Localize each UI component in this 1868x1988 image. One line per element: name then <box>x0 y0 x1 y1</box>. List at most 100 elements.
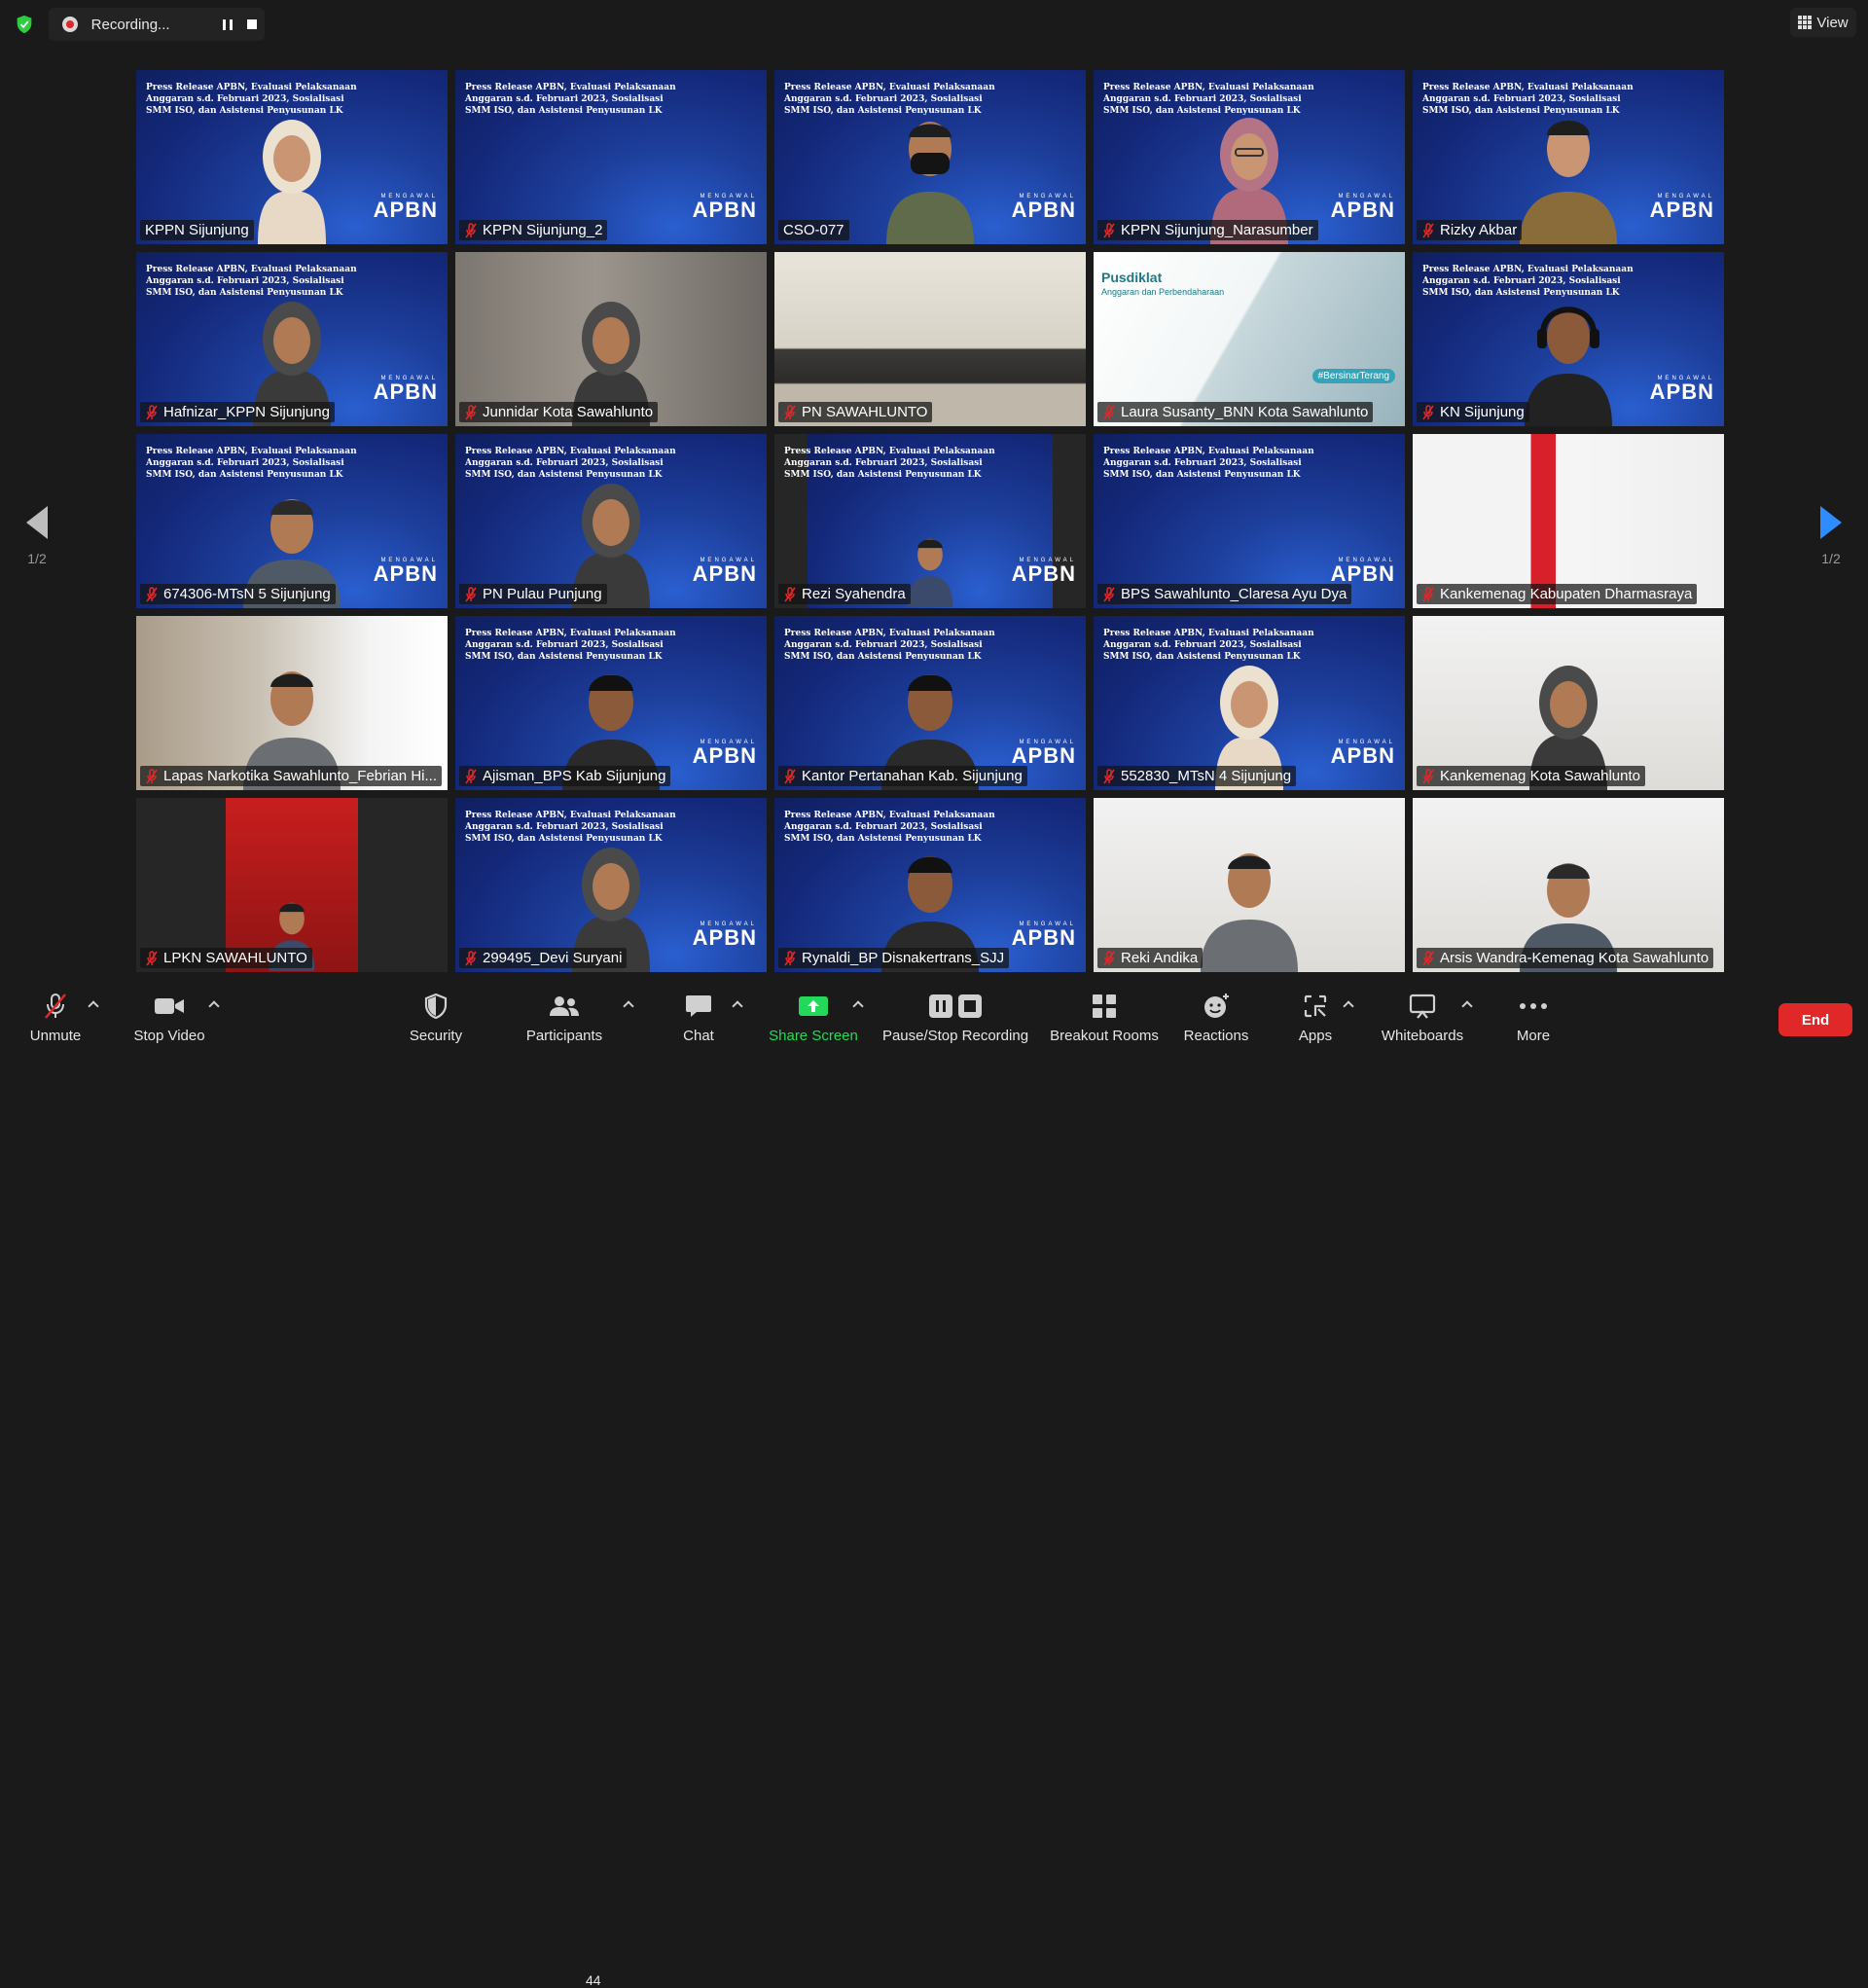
apps-label: Apps <box>1298 1028 1333 1044</box>
share-screen-arrow-icon <box>799 996 828 1016</box>
apps-button[interactable]: Apps <box>1294 991 1337 1047</box>
participant-name: KPPN Sijunjung_2 <box>483 222 603 238</box>
participant-nameplate: KPPN Sijunjung_Narasumber <box>1097 220 1318 240</box>
participant-video-tile[interactable]: Kankemenag Kota Sawahlunto <box>1413 616 1724 790</box>
participant-video-tile[interactable]: Press Release APBN, Evaluasi Pelaksanaan… <box>136 70 448 244</box>
apbn-logo: MENGAWAL APBN <box>374 194 438 223</box>
participant-name: CSO-077 <box>783 222 844 238</box>
participant-nameplate: PN Pulau Punjung <box>459 584 607 604</box>
slide-title-text: Press Release APBN, Evaluasi Pelaksanaan… <box>1103 447 1314 480</box>
page-indicator-left: 1/2 <box>27 551 47 566</box>
participant-nameplate: Laura Susanty_BNN Kota Sawahlunto <box>1097 402 1374 422</box>
muted-microphone-icon <box>1103 950 1115 965</box>
previous-page-arrow-icon[interactable] <box>26 506 48 539</box>
whiteboards-button[interactable]: Whiteboards <box>1378 991 1467 1047</box>
apbn-logo-text: APBN <box>1011 561 1076 586</box>
participant-video-tile[interactable]: Press Release APBN, Evaluasi Pelaksanaan… <box>1094 434 1405 608</box>
participant-video-tile[interactable]: Press Release APBN, Evaluasi Pelaksanaan… <box>1413 70 1724 244</box>
participant-video-tile[interactable]: Press Release APBN, Evaluasi Pelaksanaan… <box>136 252 448 426</box>
participants-options-caret-icon[interactable] <box>623 998 634 1010</box>
video-feed <box>1413 434 1724 608</box>
participant-nameplate: Ajisman_BPS Kab Sijunjung <box>459 766 671 786</box>
participant-video-tile[interactable]: Press Release APBN, Evaluasi Pelaksanaan… <box>455 798 767 972</box>
participant-name: Kankemenag Kabupaten Dharmasraya <box>1440 586 1693 602</box>
participant-video-tile[interactable]: Press Release APBN, Evaluasi Pelaksanaan… <box>774 434 1086 608</box>
muted-microphone-icon <box>784 950 796 965</box>
participant-video-tile[interactable]: Kankemenag Kabupaten Dharmasraya <box>1413 434 1724 608</box>
muted-microphone-icon <box>146 950 158 965</box>
apbn-logo-text: APBN <box>373 198 438 222</box>
unmute-button[interactable]: Unmute <box>27 991 84 1047</box>
participant-video-tile[interactable]: Press Release APBN, Evaluasi Pelaksanaan… <box>1094 70 1405 244</box>
chat-button[interactable]: Chat <box>677 991 720 1047</box>
apbn-logo-text: APBN <box>1011 198 1076 222</box>
pause-stop-recording-button[interactable]: Pause/Stop Recording <box>881 991 1029 1047</box>
participant-video-tile[interactable]: Press Release APBN, Evaluasi Pelaksanaan… <box>455 616 767 790</box>
next-page-control[interactable]: 1/2 <box>1812 506 1850 566</box>
apbn-logo: MENGAWAL APBN <box>1012 740 1076 769</box>
reactions-button[interactable]: Reactions <box>1183 991 1249 1047</box>
security-button[interactable]: Security <box>405 991 467 1047</box>
whiteboards-options-caret-icon[interactable] <box>1461 998 1473 1010</box>
participant-name: KPPN Sijunjung_Narasumber <box>1121 222 1313 238</box>
meeting-toolbar: Unmute Stop Video Security Participants … <box>0 983 1868 1988</box>
slide-title-text: Press Release APBN, Evaluasi Pelaksanaan… <box>465 83 676 116</box>
participant-video-tile[interactable]: Junnidar Kota Sawahlunto <box>455 252 767 426</box>
end-meeting-button[interactable]: End <box>1778 1003 1852 1036</box>
participant-video-tile[interactable]: Lapas Narkotika Sawahlunto_Febrian Hi... <box>136 616 448 790</box>
participant-video-tile[interactable]: PN SAWAHLUNTO <box>774 252 1086 426</box>
share-screen-button[interactable]: Share Screen <box>769 991 858 1047</box>
participant-video-tile[interactable]: LPKN SAWAHLUNTO <box>136 798 448 972</box>
participants-button[interactable]: Participants <box>523 991 605 1047</box>
participant-video-tile[interactable]: Press Release APBN, Evaluasi Pelaksanaan… <box>136 434 448 608</box>
more-dots-icon <box>1520 1003 1547 1009</box>
previous-page-control[interactable]: 1/2 <box>18 506 56 566</box>
participant-name: Junnidar Kota Sawahlunto <box>483 404 654 420</box>
audio-options-caret-icon[interactable] <box>88 998 99 1010</box>
participant-video-tile[interactable]: Press Release APBN, Evaluasi Pelaksanaan… <box>1413 252 1724 426</box>
chat-options-caret-icon[interactable] <box>732 998 743 1010</box>
participant-video-tile[interactable]: Reki Andika <box>1094 798 1405 972</box>
stop-video-button[interactable]: Stop Video <box>130 991 208 1047</box>
stop-recording-button[interactable] <box>240 12 265 37</box>
participant-video-tile[interactable]: Press Release APBN, Evaluasi Pelaksanaan… <box>455 434 767 608</box>
muted-microphone-icon <box>1422 768 1434 783</box>
apps-options-caret-icon[interactable] <box>1343 998 1354 1010</box>
video-camera-icon <box>155 998 184 1014</box>
participant-nameplate: 299495_Devi Suryani <box>459 948 628 968</box>
participant-name: Rizky Akbar <box>1440 222 1518 238</box>
participant-video-tile[interactable]: Press Release APBN, Evaluasi Pelaksanaan… <box>455 70 767 244</box>
pause-icon <box>222 18 233 30</box>
participant-nameplate: Lapas Narkotika Sawahlunto_Febrian Hi... <box>140 766 442 786</box>
more-button[interactable]: More <box>1512 991 1555 1047</box>
pause-recording-button[interactable] <box>215 12 239 37</box>
security-shield-icon[interactable] <box>14 14 35 35</box>
participant-video-tile[interactable]: Arsis Wandra-Kemenag Kota Sawahlunto <box>1413 798 1724 972</box>
apps-icon <box>1304 994 1327 1018</box>
participant-nameplate: Kankemenag Kabupaten Dharmasraya <box>1417 584 1698 604</box>
participant-video-tile[interactable]: Press Release APBN, Evaluasi Pelaksanaan… <box>774 70 1086 244</box>
video-options-caret-icon[interactable] <box>208 998 220 1010</box>
page-indicator-right: 1/2 <box>1821 551 1841 566</box>
next-page-arrow-icon[interactable] <box>1820 506 1842 539</box>
view-button[interactable]: View <box>1790 8 1856 37</box>
apbn-logo-text: APBN <box>1330 743 1395 768</box>
grid-view-icon <box>1798 16 1813 29</box>
apbn-logo: MENGAWAL APBN <box>374 558 438 587</box>
participant-name: PN SAWAHLUNTO <box>802 404 928 420</box>
participant-video-tile[interactable]: Pusdiklat Anggaran dan Perbendaharaan #Ber… <box>1094 252 1405 426</box>
breakout-rooms-button[interactable]: Breakout Rooms <box>1049 991 1160 1047</box>
participant-video-tile[interactable]: Press Release APBN, Evaluasi Pelaksanaan… <box>774 616 1086 790</box>
participant-video-tile[interactable]: Press Release APBN, Evaluasi Pelaksanaan… <box>774 798 1086 972</box>
share-options-caret-icon[interactable] <box>852 998 864 1010</box>
participant-nameplate: 552830_MTsN 4 Sijunjung <box>1097 766 1297 786</box>
participant-name: 299495_Devi Suryani <box>483 950 623 966</box>
participant-name: Lapas Narkotika Sawahlunto_Febrian Hi... <box>163 768 437 784</box>
video-gallery-grid: Press Release APBN, Evaluasi Pelaksanaan… <box>136 70 1732 980</box>
apbn-logo: MENGAWAL APBN <box>693 740 757 769</box>
participant-video-tile[interactable]: Press Release APBN, Evaluasi Pelaksanaan… <box>1094 616 1405 790</box>
participant-nameplate: PN SAWAHLUNTO <box>778 402 933 422</box>
participant-name: Rynaldi_BP Disnakertrans_SJJ <box>802 950 1005 966</box>
apbn-logo-text: APBN <box>1649 380 1714 404</box>
participant-name: Laura Susanty_BNN Kota Sawahlunto <box>1121 404 1369 420</box>
